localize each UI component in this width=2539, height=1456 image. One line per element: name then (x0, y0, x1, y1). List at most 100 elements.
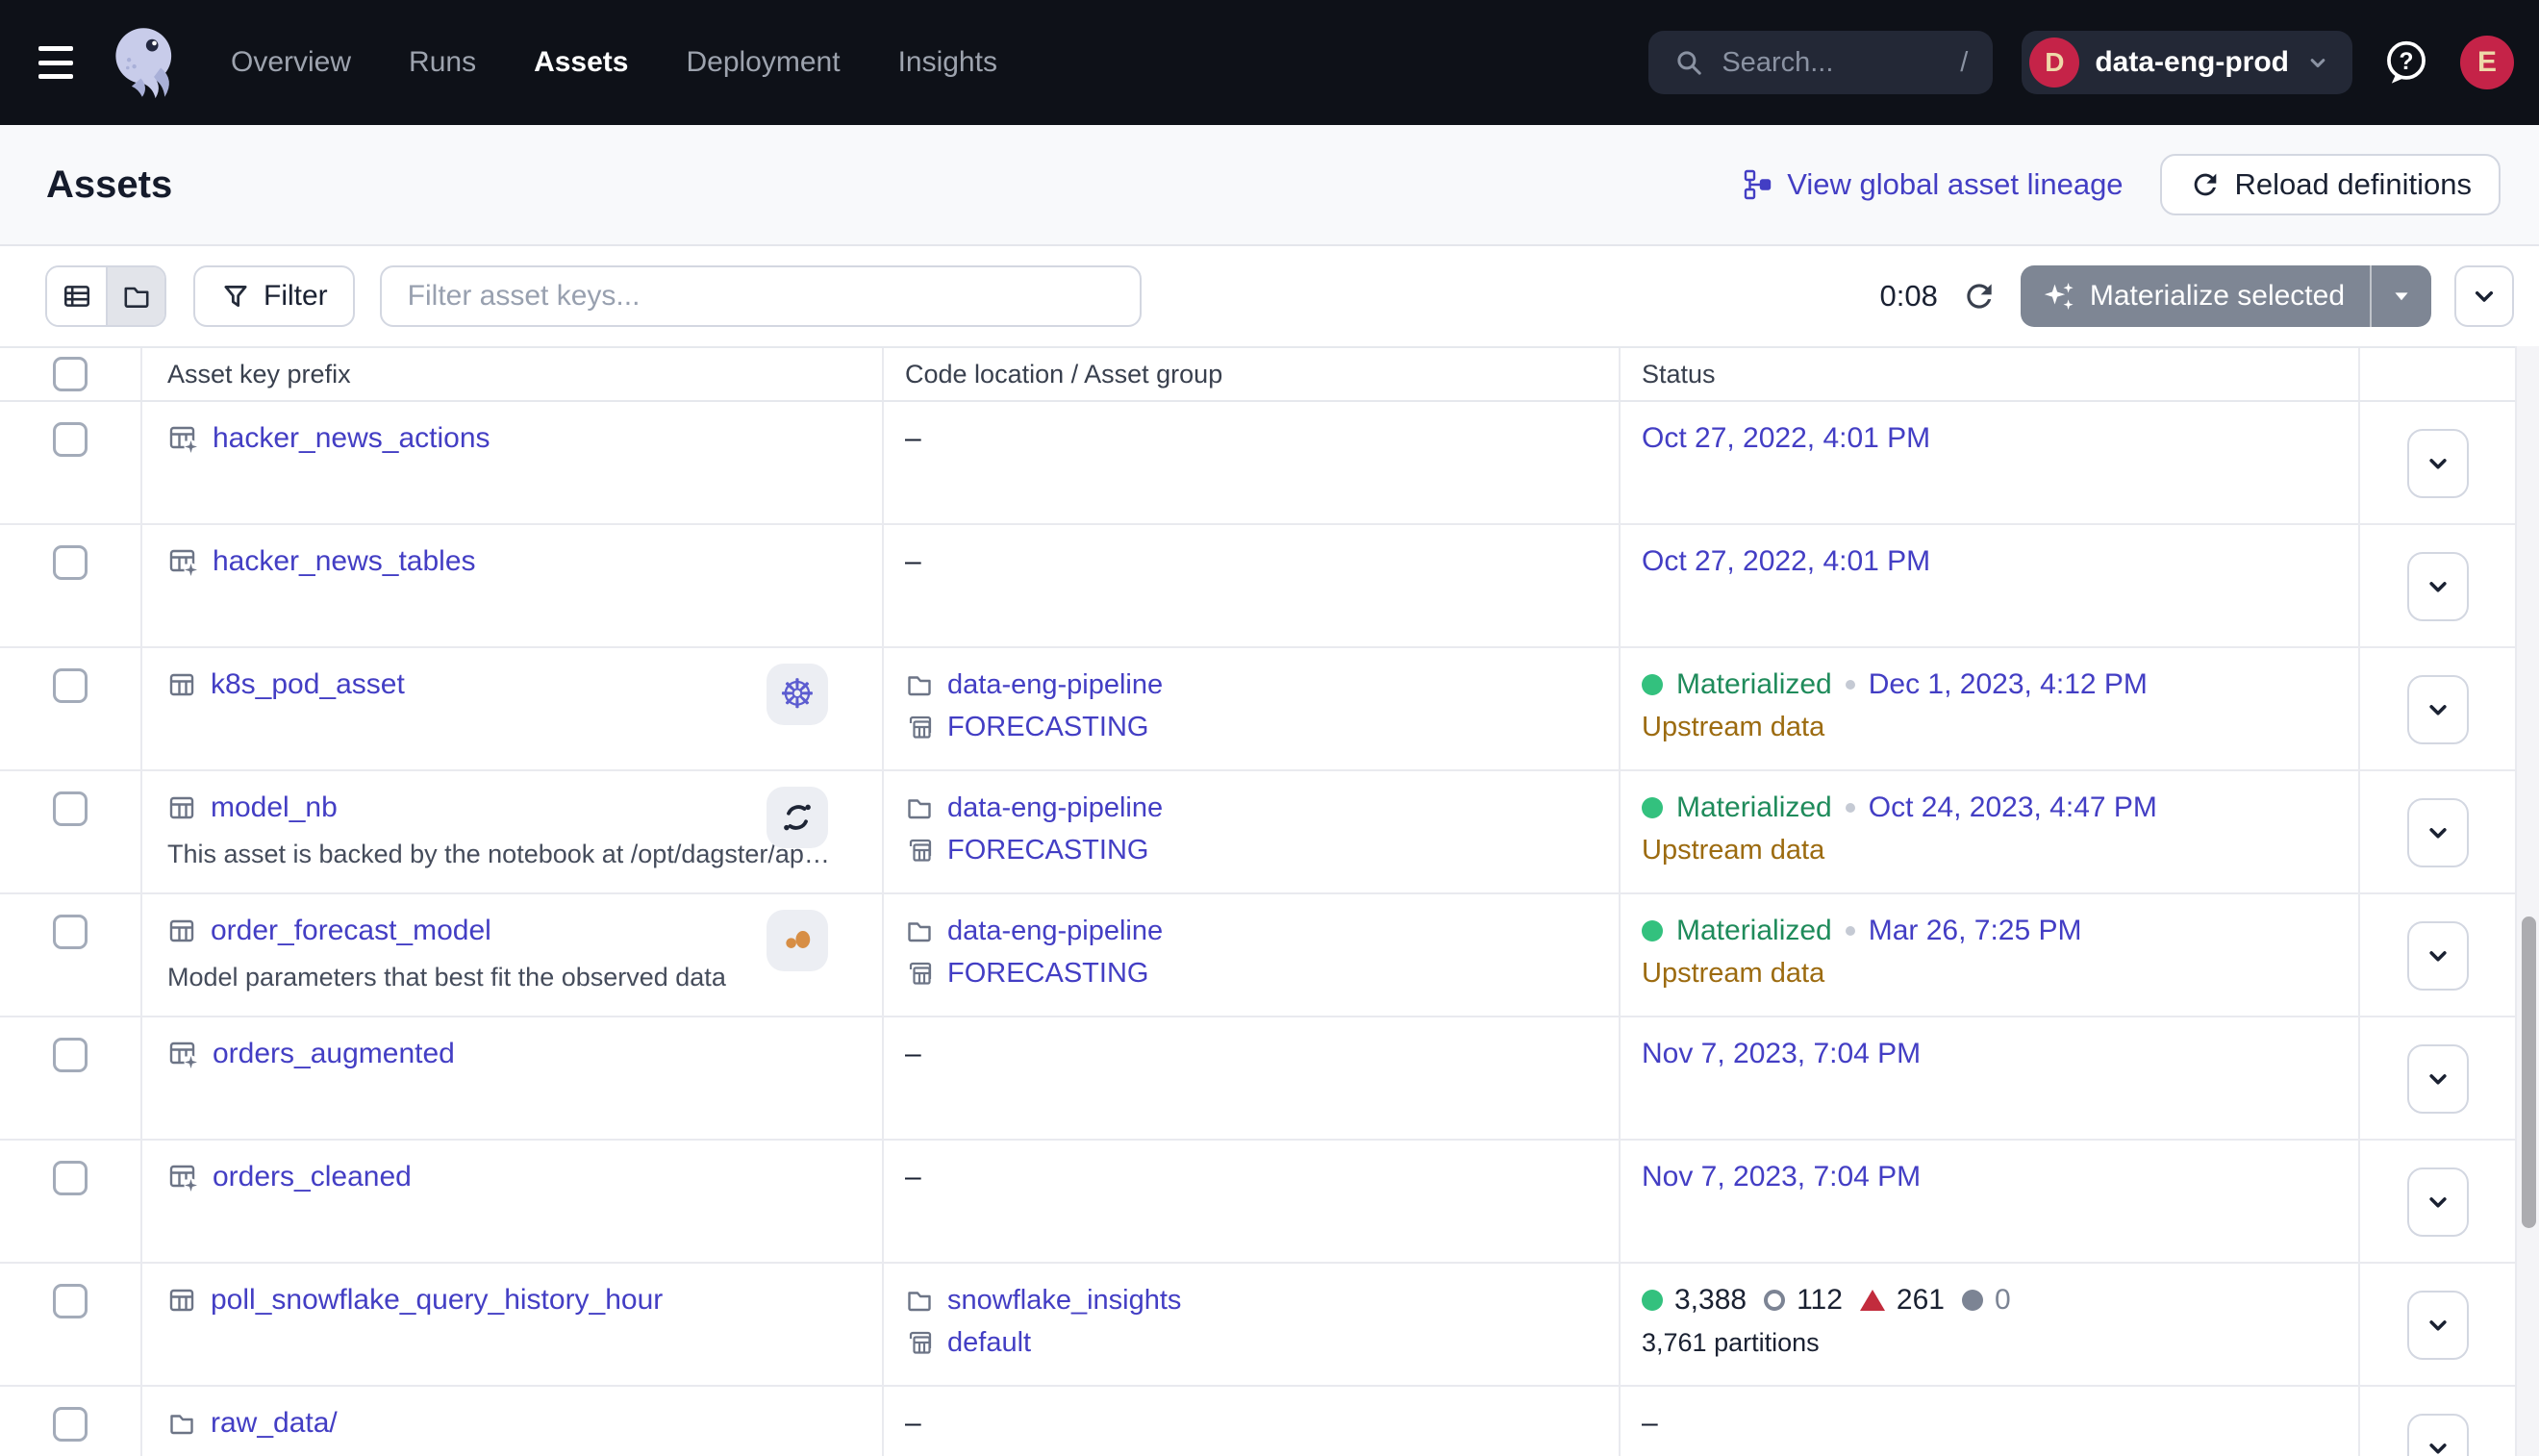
assets-table: Asset key prefix Code location / Asset g… (0, 346, 2515, 1456)
workspace-name: data-eng-prod (2095, 46, 2289, 79)
model-badge (767, 910, 828, 971)
separator-dot (1846, 680, 1855, 690)
lineage-icon (1741, 168, 1773, 201)
funnel-icon (220, 281, 251, 312)
flat-list-view-button[interactable] (47, 267, 106, 325)
folder-icon (905, 1286, 934, 1315)
table-row: raw_data/ – – (0, 1387, 2515, 1456)
table-icon (167, 670, 196, 699)
materialized-count: 3,388 (1674, 1284, 1747, 1317)
assets-page: Overview Runs Assets Deployment Insights… (0, 0, 2539, 1456)
code-location-link[interactable]: data-eng-pipeline (947, 916, 1163, 947)
asset-link[interactable]: hacker_news_tables (213, 545, 476, 578)
partitions-summary: 3,761 partitions (1642, 1321, 2358, 1364)
asset-group-link[interactable]: FORECASTING (947, 958, 1148, 990)
expand-row-button[interactable] (2407, 429, 2469, 498)
vertical-scrollbar[interactable] (2515, 346, 2539, 1456)
reload-definitions-button[interactable]: Reload definitions (2160, 154, 2501, 215)
table-icon (167, 916, 196, 945)
select-all-checkbox[interactable] (53, 357, 88, 391)
upstream-data-note: Upstream data (1642, 706, 2358, 748)
search-icon (1673, 47, 1704, 78)
status-label: Materialized (1676, 791, 1832, 824)
help-button[interactable]: ? (2381, 38, 2431, 88)
chevron-down-icon (2304, 49, 2331, 76)
view-global-asset-lineage-link[interactable]: View global asset lineage (1741, 167, 2123, 202)
nav-deployment[interactable]: Deployment (686, 46, 840, 79)
table-sparkle-icon (167, 1039, 198, 1069)
asset-group-icon (905, 836, 934, 865)
workspace-switcher[interactable]: D data-eng-prod (2022, 31, 2352, 94)
row-checkbox[interactable] (53, 915, 88, 949)
row-checkbox[interactable] (53, 1407, 88, 1442)
menu-button[interactable] (38, 46, 81, 79)
reload-definitions-label: Reload definitions (2235, 167, 2472, 202)
materialized-status-dot (1642, 674, 1663, 695)
status-date-link[interactable]: Nov 7, 2023, 7:04 PM (1642, 1161, 1921, 1193)
asset-group-link[interactable]: FORECASTING (947, 835, 1148, 866)
nav-insights[interactable]: Insights (898, 46, 997, 79)
dagster-logo[interactable] (104, 20, 189, 105)
nav-overview[interactable]: Overview (231, 46, 351, 79)
other-count-dot (1962, 1290, 1983, 1311)
code-location-link[interactable]: data-eng-pipeline (947, 792, 1163, 824)
folder-icon (905, 793, 934, 822)
asset-group-link[interactable]: default (947, 1327, 1031, 1359)
row-checkbox[interactable] (53, 1284, 88, 1318)
top-navbar: Overview Runs Assets Deployment Insights… (0, 0, 2539, 125)
global-search-input[interactable]: Search... / (1648, 31, 1993, 94)
filter-button[interactable]: Filter (193, 265, 355, 327)
status-date-link[interactable]: Dec 1, 2023, 4:12 PM (1869, 668, 2148, 701)
filter-asset-keys-input[interactable] (380, 265, 1142, 327)
code-location-link[interactable]: snowflake_insights (947, 1285, 1181, 1317)
asset-link[interactable]: hacker_news_actions (213, 422, 490, 455)
row-checkbox[interactable] (53, 1161, 88, 1195)
status-date-link[interactable]: Oct 27, 2022, 4:01 PM (1642, 422, 1930, 455)
location-empty: – (905, 1161, 921, 1192)
row-checkbox[interactable] (53, 668, 88, 703)
code-location-link[interactable]: data-eng-pipeline (947, 669, 1163, 701)
caret-down-icon (2390, 285, 2413, 308)
search-placeholder: Search... (1722, 47, 1833, 79)
folder-view-button[interactable] (106, 267, 164, 325)
asset-link[interactable]: poll_snowflake_query_history_hour (211, 1284, 663, 1317)
user-avatar[interactable]: E (2460, 36, 2514, 89)
asset-link[interactable]: model_nb (211, 791, 338, 824)
row-checkbox[interactable] (53, 1038, 88, 1072)
materialize-options-caret[interactable] (2370, 265, 2431, 327)
missing-count: 112 (1797, 1284, 1843, 1317)
nav-assets[interactable]: Assets (534, 46, 628, 79)
expand-row-button[interactable] (2407, 1044, 2469, 1114)
asset-link[interactable]: orders_augmented (213, 1038, 455, 1070)
nav-runs[interactable]: Runs (409, 46, 476, 79)
refresh-icon (2189, 168, 2222, 201)
expand-row-button[interactable] (2407, 798, 2469, 867)
scrollbar-thumb[interactable] (2522, 916, 2536, 1228)
asset-group-link[interactable]: FORECASTING (947, 712, 1148, 743)
status-date-link[interactable]: Nov 7, 2023, 7:04 PM (1642, 1038, 1921, 1070)
asset-link[interactable]: k8s_pod_asset (211, 668, 405, 701)
folder-view-icon (121, 281, 152, 312)
page-title: Assets (46, 163, 172, 207)
status-date-link[interactable]: Mar 26, 7:25 PM (1869, 915, 2082, 947)
materialize-selected-button[interactable]: Materialize selected (2021, 265, 2431, 327)
asset-link[interactable]: order_forecast_model (211, 915, 491, 947)
row-checkbox[interactable] (53, 422, 88, 457)
expand-row-button[interactable] (2407, 675, 2469, 744)
chevron-down-icon (2424, 1188, 2452, 1217)
expand-row-button[interactable] (2407, 552, 2469, 621)
refresh-button[interactable] (1961, 278, 1998, 314)
table-row: hacker_news_tables – Oct 27, 2022, 4:01 … (0, 525, 2515, 648)
expand-row-button[interactable] (2407, 1291, 2469, 1360)
expand-row-button[interactable] (2407, 1414, 2469, 1456)
asset-folder-link[interactable]: raw_data/ (211, 1407, 338, 1440)
separator-dot (1846, 803, 1855, 813)
expand-row-button[interactable] (2407, 1167, 2469, 1237)
row-checkbox[interactable] (53, 791, 88, 826)
status-date-link[interactable]: Oct 24, 2023, 4:47 PM (1869, 791, 2157, 824)
asset-link[interactable]: orders_cleaned (213, 1161, 412, 1193)
expand-collapse-all-button[interactable] (2454, 265, 2514, 327)
row-checkbox[interactable] (53, 545, 88, 580)
expand-row-button[interactable] (2407, 921, 2469, 991)
status-date-link[interactable]: Oct 27, 2022, 4:01 PM (1642, 545, 1930, 578)
